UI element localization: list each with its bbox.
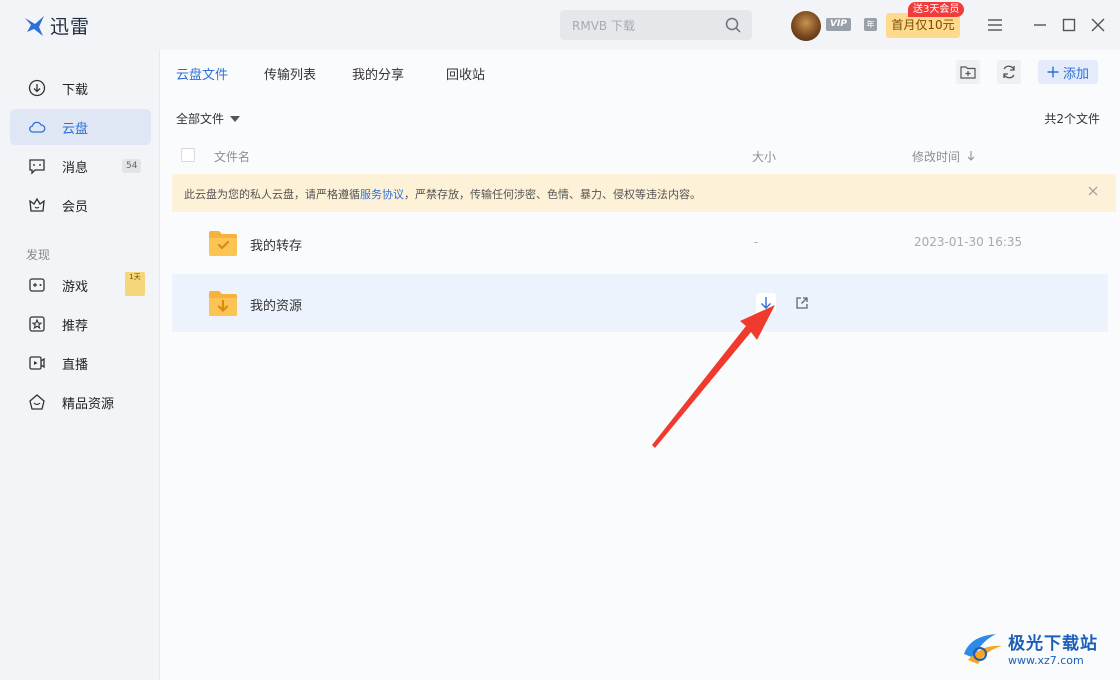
sidebar-item-label: 云盘 (62, 122, 89, 137)
folder-transfer-icon (209, 231, 237, 256)
file-name: 我的资源 (250, 299, 303, 314)
game-promo-badge: 1天 (125, 272, 145, 296)
vip-badge: VIP (826, 18, 851, 31)
privacy-notice-banner: 此云盘为您的私人云盘，请严格遵循服务协议，严禁存放，传输任何涉密、色情、暴力、侵… (172, 174, 1116, 212)
sidebar-item-label: 精品资源 (62, 397, 115, 412)
site-watermark: 极光下载站 www.xz7.com (960, 628, 1098, 668)
new-folder-button[interactable] (956, 60, 980, 84)
aurora-logo-icon (964, 634, 1002, 664)
sidebar-item-label: 直播 (62, 358, 89, 373)
gem-icon (29, 394, 45, 410)
refresh-icon (1003, 65, 1015, 79)
xunlei-bird-icon (25, 15, 44, 36)
star-icon (29, 316, 45, 332)
add-button[interactable]: 添加 (1038, 60, 1098, 84)
notice-text-before: 此云盘为您的私人云盘，请严格遵循 (184, 188, 360, 201)
sidebar-item-live[interactable]: 直播 (10, 345, 151, 381)
minimize-icon[interactable] (1030, 15, 1050, 35)
download-arrow-icon (761, 297, 771, 309)
service-agreement-link[interactable]: 服务协议 (360, 188, 404, 201)
watermark-title: 极光下载站 (1008, 634, 1098, 654)
sidebar-item-messages[interactable]: 消息 54 (10, 148, 151, 184)
sidebar-item-recommend[interactable]: 推荐 (10, 306, 151, 342)
file-size: - (754, 235, 759, 249)
tab-my-shares[interactable]: 我的分享 (352, 64, 404, 83)
close-icon[interactable] (1088, 186, 1098, 196)
column-header-name[interactable]: 文件名 (214, 148, 250, 165)
gamepad-icon (29, 278, 45, 292)
add-button-label: 添加 (1062, 66, 1089, 82)
sidebar-item-premium-resources[interactable]: 精品资源 (10, 384, 151, 420)
caret-down-icon (230, 115, 241, 122)
file-row[interactable]: 我的转存 - 2023-01-30 16:35 (172, 214, 1108, 272)
app-name: 迅雷 (50, 16, 91, 38)
new-folder-icon (960, 66, 976, 79)
notice-text-after: ，严禁存放，传输任何涉密、色情、暴力、侵权等违法内容。 (404, 188, 701, 201)
sidebar-item-label: 消息 (62, 161, 89, 176)
main-panel: 云盘文件 传输列表 我的分享 回收站 添加 全部文件 共2个文件 文件名 大小 … (160, 50, 1120, 680)
share-button[interactable] (792, 293, 812, 313)
promo-tag: 送3天会员 (908, 2, 965, 17)
refresh-button[interactable] (997, 60, 1021, 84)
sidebar-item-cloud[interactable]: 云盘 (10, 109, 151, 145)
column-header-modified-label: 修改时间 (912, 150, 961, 164)
table-header: 文件名 大小 修改时间 (172, 142, 1108, 170)
watermark-url: www.xz7.com (1008, 654, 1084, 667)
sidebar-item-label: 会员 (62, 200, 89, 215)
file-count: 共2个文件 (1044, 112, 1100, 126)
column-header-size[interactable]: 大小 (752, 148, 776, 165)
search-box[interactable]: RMVB 下载 (560, 10, 752, 40)
menu-icon[interactable] (985, 15, 1005, 35)
file-modified-time: 2023-01-30 16:35 (914, 235, 1023, 249)
message-icon (29, 159, 45, 175)
title-bar: 迅雷 RMVB 下载 VIP 年 首月仅10元 送3天会员 (0, 0, 1120, 50)
sidebar-item-games[interactable]: 游戏 1天 (10, 267, 151, 303)
download-circle-icon (28, 79, 46, 97)
plus-icon (1047, 66, 1059, 78)
sidebar: 下载 云盘 消息 54 会员 发现 游戏 1天 推荐 直播 精品资源 (0, 50, 160, 680)
select-all-checkbox[interactable] (181, 148, 195, 162)
sidebar-item-label: 下载 (62, 83, 89, 98)
crown-icon (29, 197, 45, 212)
file-row[interactable]: 我的资源 (172, 274, 1108, 332)
column-header-modified[interactable]: 修改时间 (912, 148, 975, 165)
file-filter-label: 全部文件 (176, 112, 225, 126)
sort-down-icon (967, 151, 975, 161)
folder-download-icon (209, 291, 237, 316)
download-button[interactable] (756, 293, 776, 313)
app-logo: 迅雷 (24, 12, 90, 39)
tab-transfer-list[interactable]: 传输列表 (264, 64, 316, 83)
sidebar-item-label: 游戏 (62, 280, 89, 295)
message-count-badge: 54 (122, 159, 142, 173)
maximize-icon[interactable] (1059, 15, 1079, 35)
search-input[interactable]: RMVB 下载 (572, 17, 635, 34)
year-badge: 年 (864, 18, 877, 31)
share-external-icon (796, 297, 808, 309)
sidebar-item-vip[interactable]: 会员 (10, 187, 151, 223)
live-video-icon (29, 356, 45, 370)
sidebar-item-download[interactable]: 下载 (10, 70, 151, 106)
tab-cloud-files[interactable]: 云盘文件 (176, 64, 228, 83)
tab-recycle-bin[interactable]: 回收站 (446, 64, 485, 83)
section-title-discover: 发现 (26, 248, 51, 262)
file-name: 我的转存 (250, 239, 303, 254)
file-filter-dropdown[interactable]: 全部文件 (176, 110, 241, 127)
search-icon[interactable] (724, 16, 742, 34)
avatar[interactable] (791, 11, 821, 41)
close-icon[interactable] (1088, 15, 1108, 35)
sidebar-item-label: 推荐 (62, 319, 89, 334)
notice-text: 此云盘为您的私人云盘，请严格遵循服务协议，严禁存放，传输任何涉密、色情、暴力、侵… (184, 186, 701, 202)
cloud-icon (29, 121, 46, 133)
